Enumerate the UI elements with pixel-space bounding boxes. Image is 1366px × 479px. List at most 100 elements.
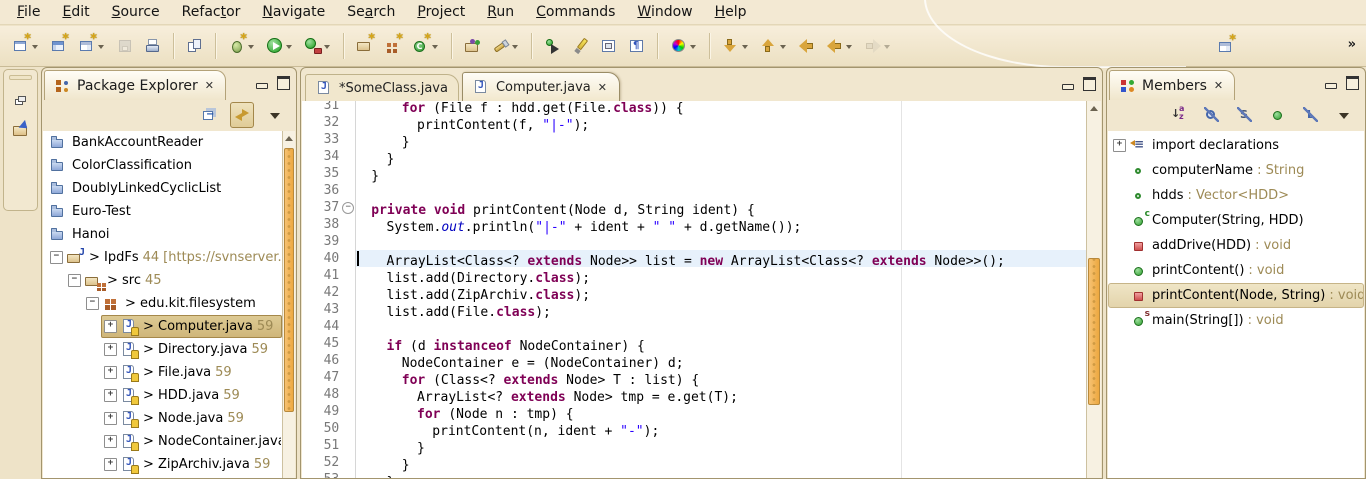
member-item[interactable]: printContent(Node, String) : void: [1108, 283, 1364, 308]
code-line[interactable]: if (d instanceof NodeContainer) {: [356, 335, 1086, 352]
expander-minus-icon[interactable]: −: [86, 297, 99, 310]
external-tools-button[interactable]: [301, 33, 335, 59]
expander-plus-icon[interactable]: +: [104, 343, 117, 356]
code-line[interactable]: }: [356, 437, 1086, 454]
code-line[interactable]: for (Node n : tmp) {: [356, 403, 1086, 420]
open-view-button[interactable]: [1214, 34, 1238, 60]
show-selected-element-button[interactable]: [597, 33, 621, 59]
tree-item[interactable]: +> File.java59: [43, 361, 282, 384]
toolbar-overflow-chevron[interactable]: »: [1348, 37, 1356, 52]
package-explorer-tab[interactable]: Package Explorer ✕: [44, 70, 226, 100]
next-annotation-button[interactable]: [719, 33, 753, 59]
tree-item[interactable]: +> Directory.java59: [43, 338, 282, 361]
menu-navigate[interactable]: Navigate: [251, 1, 336, 23]
scroll-up-arrow[interactable]: [1087, 101, 1101, 115]
new-view-button[interactable]: [75, 33, 109, 59]
close-icon[interactable]: ✕: [596, 80, 609, 95]
new-wizard-button[interactable]: [9, 33, 43, 59]
open-perspective-button[interactable]: [9, 116, 33, 142]
line-number-gutter[interactable]: 31323334353637−3839404142434445464748495…: [302, 101, 356, 478]
hide-local-types-button[interactable]: [1299, 102, 1323, 128]
view-menu-button[interactable]: [1332, 102, 1356, 128]
expander-plus-icon[interactable]: +: [104, 412, 117, 425]
new-java-window-button[interactable]: [47, 33, 71, 59]
menu-run[interactable]: Run: [476, 1, 525, 23]
new-class-button[interactable]: [409, 33, 443, 59]
menu-search[interactable]: Search: [336, 1, 406, 23]
hide-static-button[interactable]: [1233, 102, 1257, 128]
tree-item[interactable]: +> ZipArchiv.java59: [43, 453, 282, 476]
expander-minus-icon[interactable]: −: [50, 251, 63, 264]
code-line[interactable]: }: [356, 131, 1086, 148]
menu-refactor[interactable]: Refactor: [171, 1, 252, 23]
last-edit-location-button[interactable]: [795, 33, 819, 59]
close-icon[interactable]: ✕: [203, 78, 216, 93]
fold-collapse-icon[interactable]: −: [342, 202, 354, 214]
expander-minus-icon[interactable]: −: [68, 274, 81, 287]
scrollbar-thumb[interactable]: [1088, 258, 1100, 405]
copy-button[interactable]: [183, 33, 207, 59]
tree-item[interactable]: −> edu.kit.filesystem: [43, 292, 282, 315]
members-tab[interactable]: Members ✕: [1109, 70, 1235, 100]
expander-plus-icon[interactable]: +: [104, 320, 117, 333]
launch-button[interactable]: [541, 33, 565, 59]
mark-occurrences-button[interactable]: [569, 33, 593, 59]
editor-tab[interactable]: Computer.java✕: [462, 72, 620, 101]
menu-source[interactable]: Source: [101, 1, 171, 23]
member-item[interactable]: hdds : Vector<HDD>: [1108, 183, 1364, 208]
dropdown-arrow-icon[interactable]: [741, 39, 750, 53]
expander-plus-icon[interactable]: +: [104, 458, 117, 471]
tree-item[interactable]: −> IpdFs44[https://svnserver.i: [43, 246, 282, 269]
maximize-button[interactable]: [1083, 77, 1096, 91]
code-line[interactable]: for (File f : hdd.get(File.class)) {: [356, 101, 1086, 114]
tree-item[interactable]: ColorClassification: [43, 154, 282, 177]
tree-item[interactable]: −> src45: [43, 269, 282, 292]
code-line[interactable]: }: [356, 148, 1086, 165]
dropdown-arrow-icon[interactable]: [883, 39, 892, 53]
member-item[interactable]: printContent() : void: [1108, 258, 1364, 283]
code-line[interactable]: [356, 182, 1086, 199]
maximize-button[interactable]: [1346, 76, 1359, 90]
menu-file[interactable]: File: [6, 1, 51, 23]
close-icon[interactable]: ✕: [1212, 78, 1225, 93]
show-public-button[interactable]: [1266, 102, 1290, 128]
package-explorer-scrollbar[interactable]: [282, 131, 295, 478]
code-line[interactable]: list.add(ZipArchiv.class);: [356, 284, 1086, 301]
dropdown-arrow-icon[interactable]: [247, 39, 256, 53]
hide-fields-button[interactable]: [1200, 102, 1224, 128]
dropdown-arrow-icon[interactable]: [779, 39, 788, 53]
code-line[interactable]: [356, 233, 1086, 250]
tree-item[interactable]: +> HDD.java59: [43, 384, 282, 407]
member-item[interactable]: +import declarations: [1108, 133, 1364, 158]
member-item[interactable]: computerName : String: [1108, 158, 1364, 183]
expander-plus-icon[interactable]: +: [104, 435, 117, 448]
code-line[interactable]: [356, 318, 1086, 335]
minimize-button[interactable]: [1062, 84, 1074, 90]
code-line[interactable]: }: [356, 165, 1086, 182]
code-line[interactable]: ArrayList<? extends Node> tmp = e.get(T)…: [356, 386, 1086, 403]
new-package-button[interactable]: [381, 33, 405, 59]
color-palette-button[interactable]: [667, 33, 701, 59]
restore-views-button[interactable]: [9, 88, 33, 114]
code-line[interactable]: list.add(File.class);: [356, 301, 1086, 318]
tree-item[interactable]: +> NodeContainer.java59: [43, 430, 282, 453]
expander-plus-icon[interactable]: +: [1113, 139, 1126, 152]
open-type-button[interactable]: [461, 33, 485, 59]
dropdown-arrow-icon[interactable]: [31, 39, 40, 53]
back-button[interactable]: [823, 33, 857, 59]
collapse-all-button[interactable]: [197, 102, 221, 128]
sort-button[interactable]: [1167, 102, 1191, 128]
minimize-button[interactable]: [256, 83, 268, 89]
member-item[interactable]: smain(String[]) : void: [1108, 308, 1364, 333]
run-button[interactable]: [263, 33, 297, 59]
tree-item[interactable]: +> Computer.java59: [43, 315, 282, 338]
menu-window[interactable]: Window: [626, 1, 703, 23]
code-line[interactable]: NodeContainer e = (NodeContainer) d;: [356, 352, 1086, 369]
expander-plus-icon[interactable]: +: [104, 366, 117, 379]
expander-plus-icon[interactable]: +: [104, 389, 117, 402]
debug-button[interactable]: [225, 33, 259, 59]
dropdown-arrow-icon[interactable]: [97, 39, 106, 53]
tree-item[interactable]: DoublyLinkedCyclicList: [43, 177, 282, 200]
fast-view-handle[interactable]: [9, 75, 32, 80]
code-line[interactable]: list.add(Directory.class);: [356, 267, 1086, 284]
